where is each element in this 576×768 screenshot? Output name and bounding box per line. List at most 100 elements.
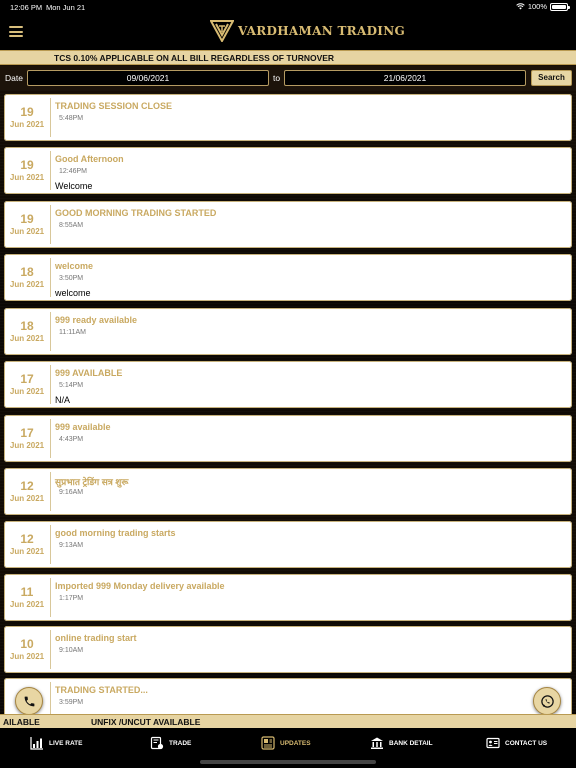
update-message: N/A xyxy=(55,395,71,405)
phone-icon xyxy=(24,696,34,706)
update-card[interactable]: 11 Jun 2021 Imported 999 Monday delivery… xyxy=(4,574,572,621)
card-divider xyxy=(50,151,51,190)
battery-icon xyxy=(550,2,570,11)
whatsapp-icon xyxy=(540,694,554,708)
update-card[interactable]: 19 Jun 2021 GOOD MORNING TRADING STARTED… xyxy=(4,201,572,248)
update-card[interactable]: 19 Jun 2021 TRADING SESSION CLOSE 5:48PM xyxy=(4,94,572,141)
update-month: Jun 2021 xyxy=(9,387,45,396)
card-divider xyxy=(50,312,51,351)
contact-icon xyxy=(486,737,500,749)
tab-label: UPDATES xyxy=(280,739,311,747)
updates-list[interactable]: 19 Jun 2021 TRADING SESSION CLOSE 5:48PM… xyxy=(0,94,576,714)
card-divider xyxy=(50,419,51,458)
update-time: 4:43PM xyxy=(59,436,84,443)
bottom-ticker: AILABLE UNFIX /UNCUT AVAILABLE xyxy=(0,714,576,728)
status-bar: 12:06 PM Mon Jun 21 100% xyxy=(0,0,576,14)
update-month: Jun 2021 xyxy=(9,547,45,556)
update-month: Jun 2021 xyxy=(9,120,45,129)
update-day: 12 xyxy=(20,479,34,493)
whatsapp-button[interactable] xyxy=(533,687,561,715)
card-divider xyxy=(50,365,51,404)
update-card[interactable]: 18 Jun 2021 999 ready available 11:11AM xyxy=(4,308,572,355)
update-title: GOOD MORNING TRADING STARTED xyxy=(55,208,217,218)
card-divider xyxy=(50,258,51,297)
update-card[interactable]: 12 Jun 2021 good morning trading starts … xyxy=(4,521,572,568)
update-title: Good Afternoon xyxy=(55,154,124,164)
update-title: good morning trading starts xyxy=(55,528,176,538)
update-message: Welcome xyxy=(55,181,93,191)
bottom-ticker-text-right: UNFIX /UNCUT AVAILABLE xyxy=(91,717,201,727)
update-title: online trading start xyxy=(55,633,137,643)
update-card[interactable]: 18 Jun 2021 welcome 3:50PM welcome xyxy=(4,254,572,301)
brand-logo: VARDHAMAN TRADING xyxy=(210,20,405,42)
announcement-ticker: TCS 0.10% APPLICABLE ON ALL BILL REGARDL… xyxy=(0,50,576,65)
update-time: 3:50PM xyxy=(59,275,84,282)
bottom-ticker-text-left: AILABLE xyxy=(3,717,40,727)
update-title: 999 AVAILABLE xyxy=(55,368,123,378)
update-day: 17 xyxy=(20,372,34,386)
update-time: 9:13AM xyxy=(59,542,84,549)
tab-contact-us[interactable]: CONTACT US xyxy=(486,736,547,750)
tab-bank-detail[interactable]: BANK DETAIL xyxy=(370,736,433,750)
update-card[interactable]: 19 Jun 2021 Good Afternoon 12:46PM Welco… xyxy=(4,147,572,194)
brand-name: VARDHAMAN TRADING xyxy=(238,24,406,38)
updates-icon xyxy=(261,736,275,750)
update-title: welcome xyxy=(55,261,94,271)
update-month: Jun 2021 xyxy=(9,173,45,182)
update-title: Imported 999 Monday delivery available xyxy=(55,581,225,591)
status-time: 12:06 PM xyxy=(10,3,43,12)
logo-mark-icon xyxy=(210,20,234,42)
update-title: TRADING STARTED... xyxy=(55,685,148,695)
tab-label: BANK DETAIL xyxy=(389,739,433,747)
update-month: Jun 2021 xyxy=(9,227,45,236)
date-label: Date xyxy=(5,73,23,83)
update-card[interactable]: 17 Jun 2021 999 available 4:43PM xyxy=(4,415,572,462)
to-label: to xyxy=(273,73,281,83)
card-divider xyxy=(50,578,51,617)
ticker-text: TCS 0.10% APPLICABLE ON ALL BILL REGARDL… xyxy=(54,53,335,63)
update-time: 5:48PM xyxy=(59,115,84,122)
update-time: 1:17PM xyxy=(59,595,84,602)
update-time: 8:55AM xyxy=(59,222,84,229)
update-title: 999 available xyxy=(55,422,111,432)
chart-icon xyxy=(30,737,43,750)
card-divider xyxy=(50,205,51,244)
card-divider xyxy=(50,682,51,714)
update-time: 3:59PM xyxy=(59,699,84,706)
update-month: Jun 2021 xyxy=(9,441,45,450)
update-card[interactable]: 17 Jun 2021 999 AVAILABLE 5:14PM N/A xyxy=(4,361,572,408)
app-header: VARDHAMAN TRADING xyxy=(0,14,576,50)
update-month: Jun 2021 xyxy=(9,334,45,343)
update-time: 12:46PM xyxy=(59,168,88,175)
update-card[interactable]: TRADING STARTED... 3:59PM xyxy=(4,678,572,714)
search-button[interactable]: Search xyxy=(531,70,572,86)
call-button[interactable] xyxy=(15,687,43,715)
date-filter-bar: Date 09/06/2021 to 21/06/2021 Search xyxy=(0,66,576,90)
tab-trade[interactable]: TRADE xyxy=(150,736,191,750)
update-time: 5:14PM xyxy=(59,382,84,389)
card-divider xyxy=(50,98,51,137)
tab-label: CONTACT US xyxy=(505,739,548,747)
from-date-input[interactable]: 09/06/2021 xyxy=(27,70,269,86)
tab-live-rate[interactable]: LIVE RATE xyxy=(30,736,82,750)
update-message: welcome xyxy=(55,288,91,298)
update-day: 18 xyxy=(20,265,34,279)
update-month: Jun 2021 xyxy=(9,652,45,661)
update-time: 9:10AM xyxy=(59,647,84,654)
update-day: 19 xyxy=(20,105,34,119)
card-divider xyxy=(50,525,51,564)
update-title: TRADING SESSION CLOSE xyxy=(55,101,173,111)
to-date-input[interactable]: 21/06/2021 xyxy=(284,70,526,86)
update-card[interactable]: 10 Jun 2021 online trading start 9:10AM xyxy=(4,626,572,673)
update-title: सुप्रभात ट्रेडिंग सत्र शुरू xyxy=(55,477,129,487)
update-month: Jun 2021 xyxy=(9,494,45,503)
update-time: 11:11AM xyxy=(59,329,86,336)
update-title: 999 ready available xyxy=(55,315,138,325)
update-card[interactable]: 12 Jun 2021 सुप्रभात ट्रेडिंग सत्र शुरू … xyxy=(4,468,572,515)
update-time: 9:16AM xyxy=(59,489,84,496)
wifi-icon xyxy=(516,3,525,10)
tab-updates[interactable]: UPDATES xyxy=(261,736,311,750)
hamburger-menu-icon[interactable] xyxy=(9,26,23,37)
trade-icon xyxy=(150,736,164,750)
update-day: 19 xyxy=(20,158,34,172)
